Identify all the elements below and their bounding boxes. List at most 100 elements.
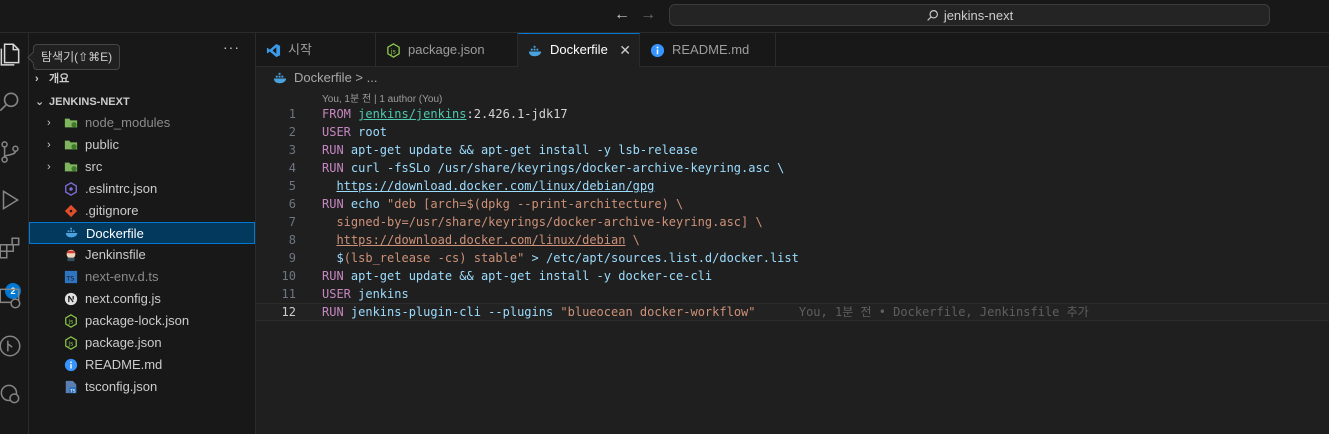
node-icon: js xyxy=(65,336,77,350)
line-number: 12 xyxy=(281,305,296,319)
code-line[interactable]: 5 https://download.docker.com/linux/debi… xyxy=(256,177,1329,195)
folder-item[interactable]: › node_modules xyxy=(29,112,255,134)
code-line[interactable]: 4 RUN curl -fsSLo /usr/share/keyrings/doc… xyxy=(256,159,1329,177)
run-debug-icon[interactable] xyxy=(0,187,23,213)
codelens-blame[interactable]: You, 1분 전 | 1 author (You) xyxy=(322,90,442,105)
tab-dockerfile[interactable]: Dockerfile ✕ xyxy=(518,33,640,67)
tab-welcome[interactable]: 시작 xyxy=(256,33,376,67)
chevron-right-icon: › xyxy=(47,117,51,129)
line-number: 4 xyxy=(288,161,296,175)
svg-text:js: js xyxy=(67,341,73,348)
typescript-icon: TS xyxy=(64,270,78,284)
code-line[interactable]: 9 $(lsb_release -cs) stable" > /etc/apt/… xyxy=(256,249,1329,267)
nextjs-icon xyxy=(64,292,78,306)
file-item[interactable]: js package.json xyxy=(29,332,255,354)
code-line[interactable]: 3 RUN apt-get update && apt-get install -… xyxy=(256,141,1329,159)
code-token: :2.426.1-jdk17 xyxy=(466,107,568,121)
code-line[interactable]: 7 signed-by=/usr/share/keyrings/docker-a… xyxy=(256,213,1329,231)
extensions-icon[interactable] xyxy=(0,235,23,261)
folder-item[interactable]: › src xyxy=(29,156,255,178)
file-name: README.md xyxy=(85,357,163,372)
code-token: \ xyxy=(625,233,640,247)
code-line[interactable]: 11 USER jenkins xyxy=(256,285,1329,303)
file-name: Jenkinsfile xyxy=(85,247,146,262)
docker-extension-icon[interactable] xyxy=(0,381,23,407)
file-name: .eslintrc.json xyxy=(85,181,158,196)
line-number: 2 xyxy=(288,125,296,139)
file-name: next-env.d.ts xyxy=(85,269,159,284)
info-icon xyxy=(650,43,665,58)
file-item[interactable]: .eslintrc.json xyxy=(29,178,255,200)
file-item[interactable]: Dockerfile xyxy=(29,222,255,244)
code-text: USER root xyxy=(322,123,387,141)
remote-explorer-icon[interactable] xyxy=(0,285,23,311)
code-token: curl -fsSLo /usr/share/keyrings/docker-a… xyxy=(350,161,785,175)
file-item[interactable]: next.config.js xyxy=(29,288,255,310)
code-token: RUN xyxy=(322,161,351,175)
code-token: https://download.docker.com/linux/debian… xyxy=(336,179,655,193)
code-token: jenkins/jenkins xyxy=(358,107,467,121)
git-graph-icon[interactable] xyxy=(0,333,23,359)
svg-text:TS: TS xyxy=(69,388,76,394)
file-item[interactable]: README.md xyxy=(29,354,255,376)
code-token: apt-get update && apt-get install -y doc… xyxy=(350,269,713,283)
file-name: src xyxy=(85,159,103,174)
chevron-right-icon: › xyxy=(35,73,39,85)
code-line[interactable]: 2 USER root xyxy=(256,123,1329,141)
code-text: RUN apt-get update && apt-get install -y… xyxy=(322,141,698,159)
code-text: $(lsb_release -cs) stable" > /etc/apt/so… xyxy=(322,249,799,267)
code-text: RUN echo "deb [arch=$(dpkg --print-archi… xyxy=(322,195,683,213)
vscode-icon xyxy=(266,43,281,58)
tab-welcome-label: 시작 xyxy=(288,42,312,57)
activity-bar: 2 xyxy=(0,33,29,434)
file-item[interactable]: TS next-env.d.ts xyxy=(29,266,255,288)
code-editor[interactable]: You, 1분 전 | 1 author (You) 1 FROM jenkins… xyxy=(256,89,1329,434)
file-item[interactable]: TS tsconfig.json xyxy=(29,376,255,398)
code-token: RUN xyxy=(322,143,351,157)
code-token: jenkins-plugin-cli --plugins xyxy=(350,305,561,319)
back-arrow-icon[interactable]: ← xyxy=(612,6,632,24)
search-label: jenkins-next xyxy=(943,7,1014,23)
eslint-icon xyxy=(65,182,77,196)
code-token: root xyxy=(358,125,388,139)
info-icon xyxy=(64,358,78,372)
code-line[interactable]: 8 https://download.docker.com/linux/debi… xyxy=(256,231,1329,249)
line-number: 5 xyxy=(288,179,296,193)
forward-arrow-icon[interactable]: → xyxy=(638,6,658,24)
file-item[interactable]: .gitignore xyxy=(29,200,255,222)
code-line[interactable]: 12 RUN jenkins-plugin-cli --plugins "blue… xyxy=(256,303,1329,321)
tab-dockerfile-label: Dockerfile xyxy=(550,42,608,57)
code-line[interactable]: 6 RUN echo "deb [arch=$(dpkg --print-arch… xyxy=(256,195,1329,213)
more-actions-icon[interactable]: ··· xyxy=(223,39,240,55)
file-item[interactable]: Jenkinsfile xyxy=(29,244,255,266)
explorer-tooltip: 탐색기(⇧⌘E) xyxy=(33,44,121,70)
code-token: USER xyxy=(322,287,359,301)
tab-readme-label: README.md xyxy=(672,42,750,57)
outline-section-header[interactable]: › 개요 xyxy=(29,68,255,90)
docker-icon xyxy=(528,45,542,57)
code-line[interactable]: 1 FROM jenkins/jenkins:2.426.1-jdk17 xyxy=(256,105,1329,123)
command-center-search[interactable]: jenkins-next xyxy=(669,4,1270,26)
code-token: RUN xyxy=(322,305,351,319)
chevron-right-icon: › xyxy=(47,139,51,151)
source-control-icon[interactable] xyxy=(0,139,23,165)
code-text: FROM jenkins/jenkins:2.426.1-jdk17 xyxy=(322,105,568,123)
inline-blame: You, 1분 전 • Dockerfile, Jenkinsfile 추가 xyxy=(755,305,1089,319)
folder-item[interactable]: › public xyxy=(29,134,255,156)
file-item[interactable]: js package-lock.json xyxy=(29,310,255,332)
code-line[interactable]: 10 RUN apt-get update && apt-get install … xyxy=(256,267,1329,285)
explorer-files-icon[interactable] xyxy=(0,41,23,67)
breadcrumb[interactable]: Dockerfile > ... xyxy=(256,67,1329,89)
code-token: jenkins xyxy=(358,287,409,301)
node-icon: js xyxy=(65,314,77,328)
folder-icon xyxy=(64,118,78,128)
tab-readme[interactable]: README.md xyxy=(640,33,776,67)
code-token: > /etc/apt/sources.list.d/docker.list xyxy=(524,251,799,265)
code-token: RUN xyxy=(322,197,351,211)
explorer-sidebar: ··· › 개요 ⌄ JENKINS-NEXT › node_modules › pu… xyxy=(29,33,256,434)
close-icon[interactable]: ✕ xyxy=(619,34,631,66)
code-token: RUN xyxy=(322,269,351,283)
project-section-header[interactable]: ⌄ JENKINS-NEXT xyxy=(29,91,255,113)
search-icon[interactable] xyxy=(0,89,23,115)
tab-package-json[interactable]: js package.json xyxy=(376,33,518,67)
